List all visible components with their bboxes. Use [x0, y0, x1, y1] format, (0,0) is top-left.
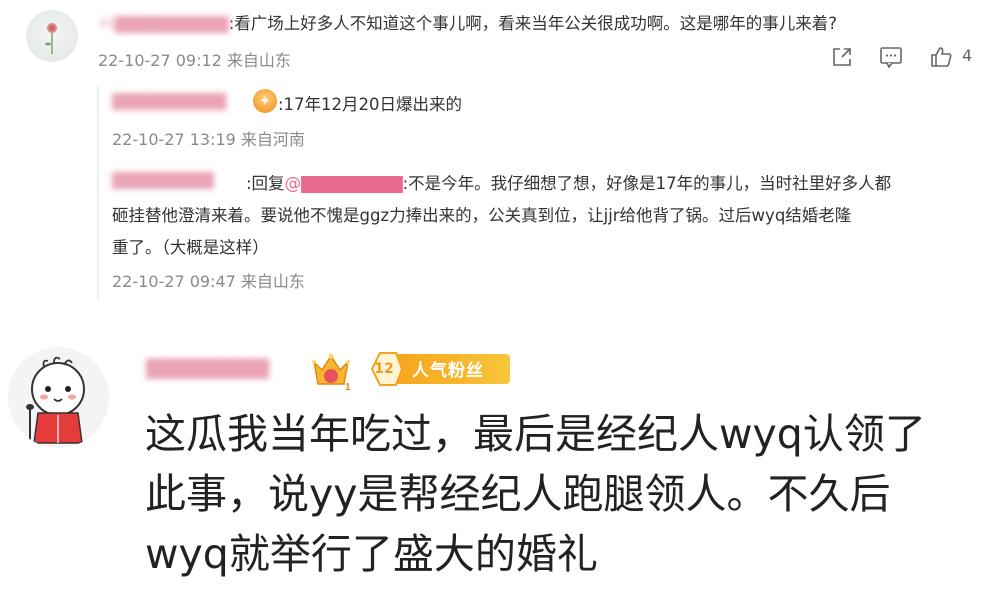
reply-text: :17年12月20日爆出来的 [278, 95, 463, 114]
reply-author[interactable]: ▇▇▇▇▇▇▇▇▇ [112, 91, 248, 110]
reply-text: ▇▇▇▇▇▇▇▇:回复@▇▇▇▇▇▇▇▇:不是今年。我仔细想了想，好像是17年的… [112, 170, 892, 193]
fan-level-number: 12 [374, 361, 394, 377]
comment-line: 这瓜我当年吃过，最后是经纪人wyq认领了 [145, 410, 926, 458]
reply-text: ▇▇▇▇▇▇▇▇▇ [112, 91, 248, 114]
thumbs-up-icon[interactable] [928, 44, 954, 70]
comment-icon[interactable] [878, 44, 904, 70]
comment-author[interactable]: Ｈ▇▇▇▇▇▇▇▇▇ [98, 14, 229, 33]
cartoon-avatar-image [26, 356, 85, 445]
comment-line: 此事，说yy是帮经纪人跑腿领人。不久后 [145, 470, 891, 518]
reply-text: 重了。（大概是这样） [112, 238, 269, 257]
reply-meta: 22-10-27 09:47 来自山东 [112, 272, 305, 291]
flower-avatar-image [45, 23, 57, 54]
mention-link[interactable]: @▇▇▇▇▇▇▇▇ [285, 174, 403, 193]
reply-meta: 22-10-27 13:19 来自河南 [112, 130, 305, 149]
comment-body: 这瓜我当年吃过，最后是经纪人wyq认领了 此事，说yy是帮经纪人跑腿领人。不久后… [145, 404, 995, 584]
comment-line: wyq就举行了盛大的婚礼 [145, 530, 598, 578]
share-icon[interactable] [829, 44, 855, 70]
fan-badge-icon: ✦ [253, 89, 277, 113]
like-count: 4 [962, 46, 973, 65]
comment-author[interactable]: ▇▇▇▇▇▇▇▇ [146, 355, 296, 379]
avatar[interactable] [8, 347, 109, 448]
reply-author[interactable]: ▇▇▇▇▇▇▇▇ [112, 170, 246, 189]
fan-level-label: 人气粉丝 [412, 361, 484, 381]
crown-badge-icon: 1 [312, 353, 351, 393]
reply-text: 砸挂替他澄清来着。要说他不愧是ggz力捧出来的，公关真到位，让jjr给他背了锅。… [112, 206, 852, 225]
avatar[interactable] [26, 10, 78, 62]
comment-text: Ｈ▇▇▇▇▇▇▇▇▇:看广场上好多人不知道这个事儿啊，看来当年公关很成功啊。这是… [98, 14, 838, 33]
crown-level: 1 [345, 382, 351, 393]
comment-meta: 22-10-27 09:12 来自山东 [98, 51, 291, 70]
reply-thread-divider [97, 86, 99, 300]
